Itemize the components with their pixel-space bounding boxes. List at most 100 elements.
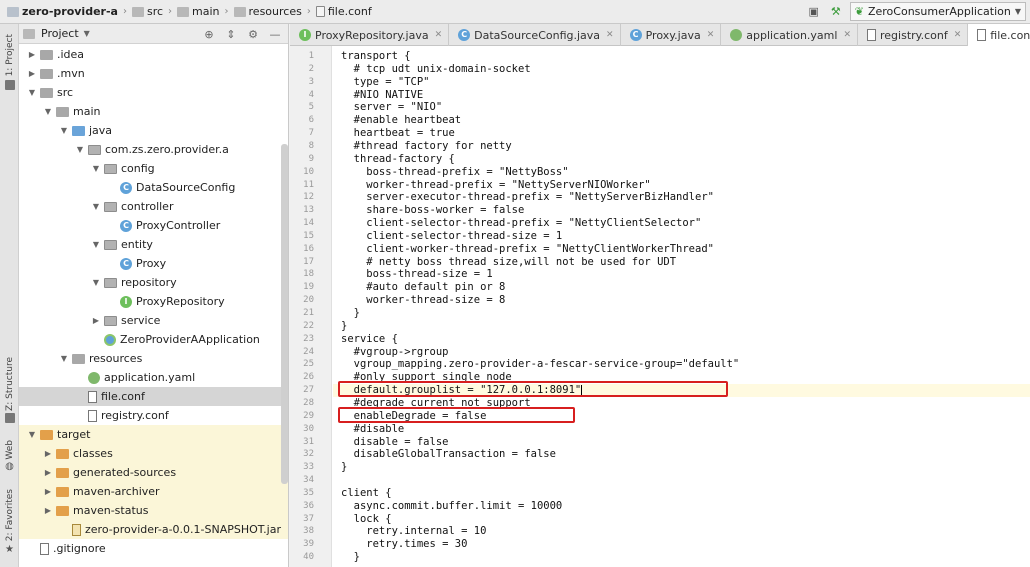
chevron-down-icon[interactable]: ▼	[75, 145, 85, 154]
tree-item[interactable]: ▼ entity	[19, 235, 288, 254]
editor-tab[interactable]: C DataSourceConfig.java ✕	[449, 24, 621, 46]
code-line[interactable]: server = "NIO"	[333, 101, 1030, 114]
code-line[interactable]: #vgroup->rgroup	[333, 346, 1030, 359]
chevron-down-icon[interactable]: ▼	[43, 107, 53, 116]
code-line[interactable]: async.commit.buffer.limit = 10000	[333, 500, 1030, 513]
tool-tab-structure[interactable]: Z: Structure	[0, 354, 19, 426]
chevron-right-icon[interactable]: ▶	[43, 487, 53, 496]
code-line[interactable]: service {	[333, 333, 1030, 346]
tree-item[interactable]: C Proxy	[19, 254, 288, 273]
chevron-down-icon[interactable]: ▼	[91, 164, 101, 173]
breadcrumb-main[interactable]: main	[174, 0, 222, 23]
code-line[interactable]: vgroup_mapping.zero-provider-a-fescar-se…	[333, 358, 1030, 371]
tree-item[interactable]: ▼ main	[19, 102, 288, 121]
editor-tab[interactable]: registry.conf ✕	[858, 24, 969, 46]
chevron-down-icon[interactable]: ▼	[27, 430, 37, 439]
code-line[interactable]: share-boss-worker = false	[333, 204, 1030, 217]
code-line[interactable]: client-worker-thread-prefix = "NettyClie…	[333, 243, 1030, 256]
code-area[interactable]: } retry.times = 30 retry.internal = 10 l…	[333, 46, 1030, 567]
code-line[interactable]: }	[333, 461, 1030, 474]
collapse-all-icon[interactable]: ⇕	[224, 27, 238, 41]
close-icon[interactable]: ✕	[707, 30, 715, 40]
chevron-right-icon[interactable]: ▶	[27, 50, 37, 59]
code-line[interactable]: disable = false	[333, 436, 1030, 449]
tree-item[interactable]: file.conf	[19, 387, 288, 406]
close-icon[interactable]: ✕	[954, 30, 962, 40]
chevron-down-icon[interactable]: ▼	[59, 126, 69, 135]
chevron-down-icon[interactable]: ▼	[91, 240, 101, 249]
close-icon[interactable]: ✕	[435, 30, 443, 40]
code-line[interactable]: retry.times = 30	[333, 538, 1030, 551]
tree-item[interactable]: ZeroProviderAApplication	[19, 330, 288, 349]
editor-tab[interactable]: application.yaml ✕	[721, 24, 858, 46]
locate-crosshair-icon[interactable]: ⊕	[202, 27, 216, 41]
tree-item[interactable]: ▶ maven-archiver	[19, 482, 288, 501]
code-line[interactable]: thread-factory {	[333, 153, 1030, 166]
chevron-down-icon[interactable]: ▼	[91, 202, 101, 211]
tree-item[interactable]: ▼ repository	[19, 273, 288, 292]
tree-item[interactable]: I ProxyRepository	[19, 292, 288, 311]
breadcrumb-src[interactable]: src	[129, 0, 166, 23]
tree-item[interactable]: ▼ target	[19, 425, 288, 444]
code-line[interactable]: heartbeat = true	[333, 127, 1030, 140]
build-hammer-icon[interactable]: ⚒	[828, 4, 844, 20]
code-line[interactable]: #enable heartbeat	[333, 114, 1030, 127]
code-line[interactable]: lock {	[333, 513, 1030, 526]
code-line[interactable]: disableGlobalTransaction = false	[333, 448, 1030, 461]
chevron-down-icon[interactable]: ▼	[27, 88, 37, 97]
tree-item[interactable]: application.yaml	[19, 368, 288, 387]
code-line[interactable]: #thread factory for netty	[333, 140, 1030, 153]
chevron-down-icon[interactable]: ▼	[84, 29, 90, 38]
tree-item[interactable]: C ProxyController	[19, 216, 288, 235]
code-line[interactable]: #NIO NATIVE	[333, 89, 1030, 102]
code-line[interactable]: #auto default pin or 8	[333, 281, 1030, 294]
code-line[interactable]: client {	[333, 487, 1030, 500]
code-line[interactable]: client-selector-thread-prefix = "NettyCl…	[333, 217, 1030, 230]
code-line[interactable]: }	[333, 551, 1030, 564]
tree-item[interactable]: .gitignore	[19, 539, 288, 558]
editor-tab[interactable]: I ProxyRepository.java ✕	[290, 24, 450, 46]
gear-icon[interactable]: ⚙	[246, 27, 260, 41]
code-line[interactable]: type = "TCP"	[333, 76, 1030, 89]
tree-item[interactable]: ▶ .idea	[19, 45, 288, 64]
tree-item[interactable]: ▶ maven-status	[19, 501, 288, 520]
close-icon[interactable]: ✕	[606, 30, 614, 40]
editor-tab[interactable]: file.conf✕	[968, 24, 1030, 46]
chevron-down-icon[interactable]: ▼	[91, 278, 101, 287]
chevron-right-icon[interactable]: ▶	[43, 449, 53, 458]
code-line[interactable]: }	[333, 307, 1030, 320]
code-line[interactable]: worker-thread-prefix = "NettyServerNIOWo…	[333, 179, 1030, 192]
tree-item[interactable]: registry.conf	[19, 406, 288, 425]
tree-item[interactable]: ▼ src	[19, 83, 288, 102]
hide-minus-icon[interactable]: —	[268, 27, 282, 41]
code-line[interactable]: # netty boss thread size,will not be use…	[333, 256, 1030, 269]
tree-item[interactable]: C DataSourceConfig	[19, 178, 288, 197]
chevron-right-icon[interactable]: ▶	[91, 316, 101, 325]
tree-item[interactable]: ▼ java	[19, 121, 288, 140]
breadcrumb-project[interactable]: zero-provider-a	[4, 0, 121, 23]
code-line[interactable]: # tcp udt unix-domain-socket	[333, 63, 1030, 76]
code-line[interactable]: }	[333, 320, 1030, 333]
tool-tab-web[interactable]: Web ◍	[0, 436, 19, 476]
code-line[interactable]: #disable	[333, 423, 1030, 436]
tree-item[interactable]: ▼ resources	[19, 349, 288, 368]
tree-item[interactable]: ▼ com.zs.zero.provider.a	[19, 140, 288, 159]
project-view-select[interactable]: Project	[41, 27, 79, 40]
breadcrumb-file[interactable]: file.conf	[313, 0, 375, 23]
tree-item[interactable]: ▶ service	[19, 311, 288, 330]
tree-item[interactable]: zero-provider-a-0.0.1-SNAPSHOT.jar	[19, 520, 288, 539]
code-line[interactable]: boss-thread-size = 1	[333, 268, 1030, 281]
tool-tab-favorites[interactable]: 2: Favorites ★	[0, 486, 19, 558]
chevron-right-icon[interactable]: ▶	[43, 468, 53, 477]
editor-tab[interactable]: C Proxy.java ✕	[621, 24, 722, 46]
code-line[interactable]: boss-thread-prefix = "NettyBoss"	[333, 166, 1030, 179]
run-configuration-select[interactable]: ❦ ZeroConsumerApplication ▼	[849, 2, 1026, 21]
close-icon[interactable]: ✕	[843, 30, 851, 40]
chevron-right-icon[interactable]: ▶	[43, 506, 53, 515]
tree-item[interactable]: ▶ classes	[19, 444, 288, 463]
layout-icon[interactable]: ▣	[806, 4, 822, 20]
code-line[interactable]	[333, 474, 1030, 487]
code-line[interactable]: retry.internal = 10	[333, 525, 1030, 538]
code-line[interactable]: worker-thread-size = 8	[333, 294, 1030, 307]
tree-item[interactable]: ▶ generated-sources	[19, 463, 288, 482]
